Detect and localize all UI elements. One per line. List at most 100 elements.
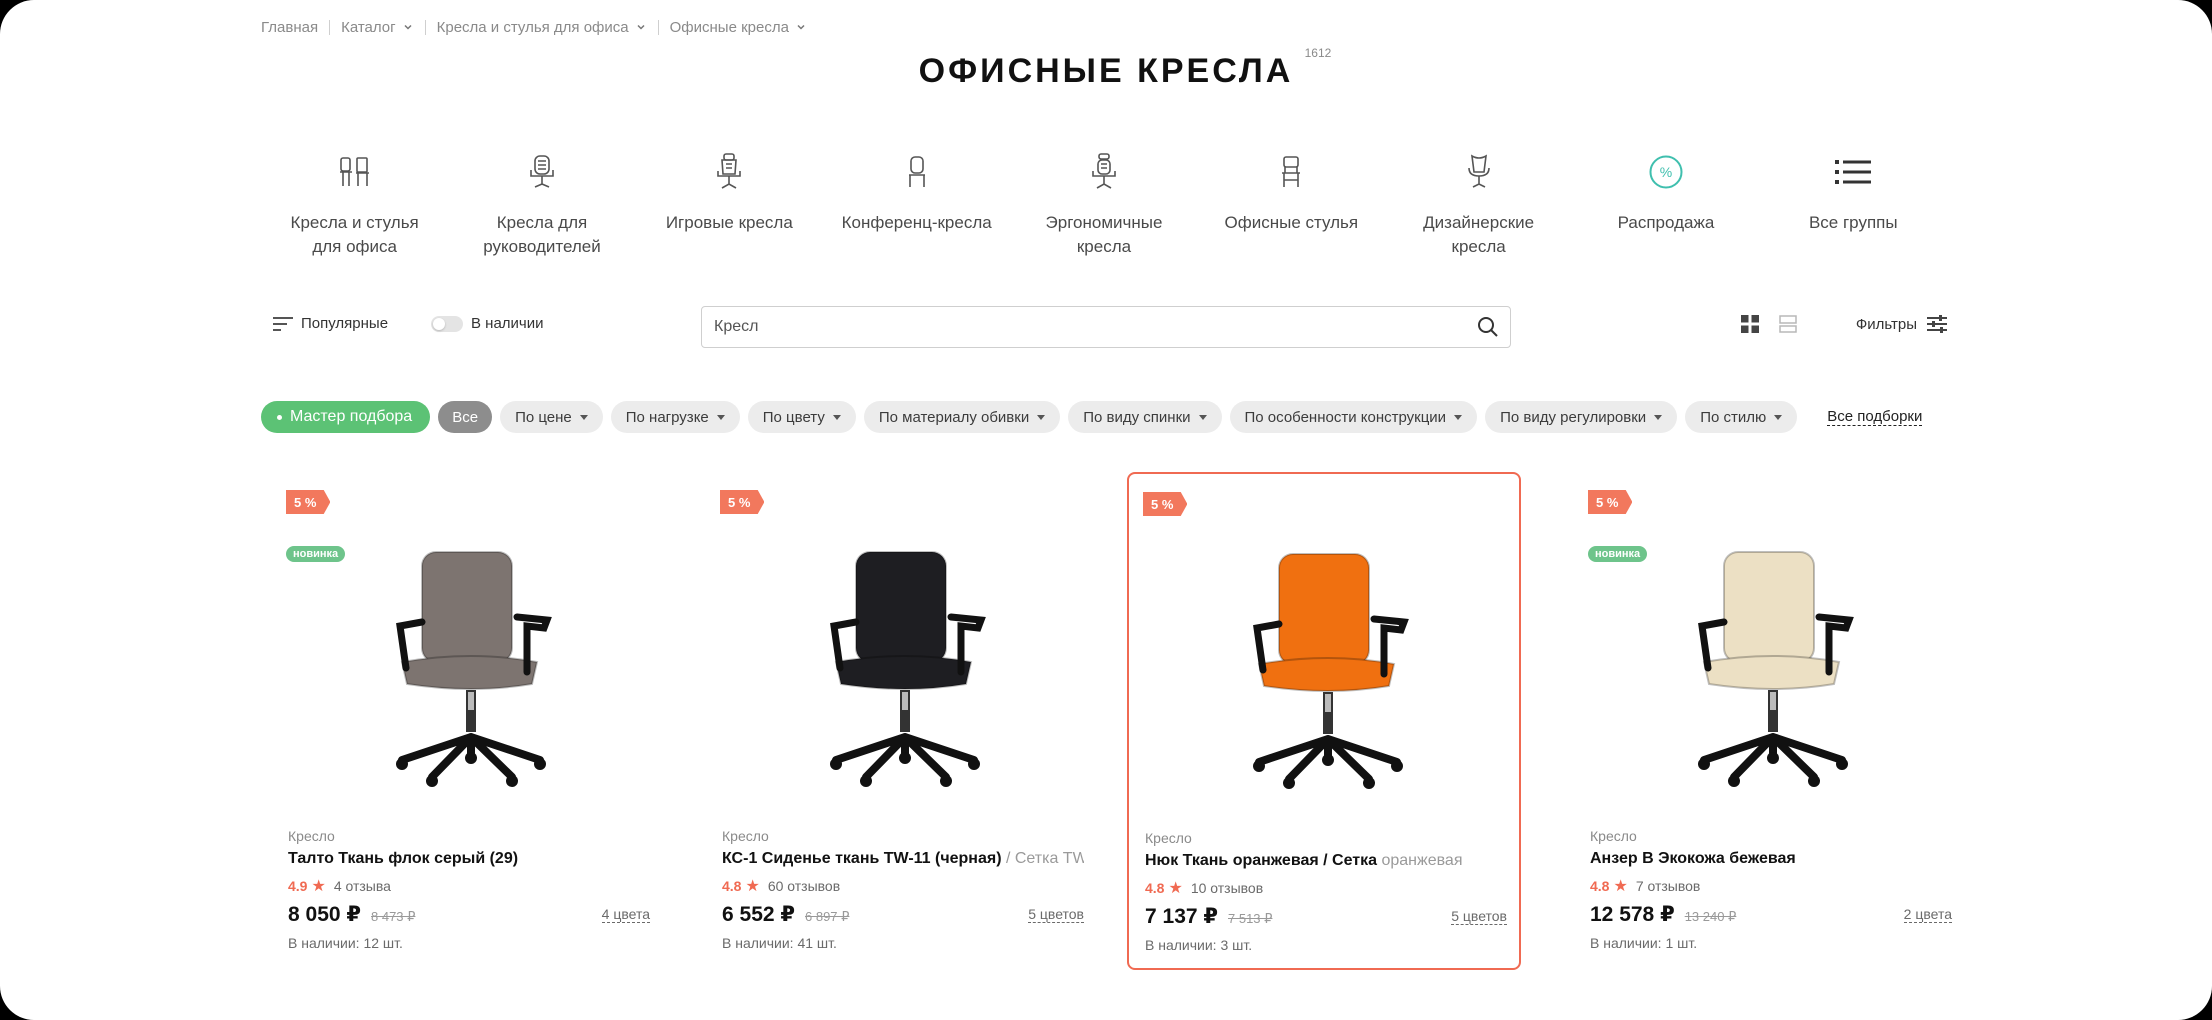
product-card[interactable]: 5 % Кресло КС-1 Сиденье ткань TW-11 (чер… (706, 472, 1100, 970)
colors-link[interactable]: 5 цветов (1028, 906, 1084, 923)
category-office-chairs[interactable]: Кресла и стулья для офиса (261, 150, 448, 259)
category-label[interactable]: Игровые кресла (666, 211, 793, 235)
rating: 4.8 ★ 7 отзывов (1590, 876, 1952, 896)
category-gaming[interactable]: Игровые кресла (636, 150, 823, 259)
chip-all[interactable]: Все (438, 401, 493, 433)
chip-material[interactable]: По материалу обивки (863, 401, 1061, 433)
chip-label[interactable]: Мастер подбора (290, 408, 412, 426)
product-name-text[interactable]: Талто Ткань флок серый (29) (288, 850, 518, 867)
chip-back-type[interactable]: По виду спинки (1068, 401, 1222, 433)
category-designer[interactable]: Дизайнерские кресла (1385, 150, 1572, 259)
chip-label[interactable]: По нагрузке (626, 409, 709, 426)
colors-link[interactable]: 4 цвета (601, 906, 650, 923)
breadcrumb-home[interactable]: Главная (261, 19, 318, 36)
svg-text:%: % (1660, 164, 1672, 180)
availability: В наличии: 41 шт. (722, 935, 837, 951)
in-stock-toggle[interactable]: В наличии (431, 315, 544, 332)
category-label[interactable]: Конференц-кресла (842, 211, 992, 235)
breadcrumb: Главная Каталог Кресла и стулья для офис… (261, 17, 1947, 37)
category-label[interactable]: Кресла и стулья для офиса (291, 211, 419, 259)
product-image[interactable] (756, 532, 1056, 792)
product-name[interactable]: Нюк Ткань оранжевая / Сетка оранжевая (1145, 852, 1507, 870)
chip-label[interactable]: По материалу обивки (879, 409, 1029, 426)
sort-label[interactable]: Популярные (301, 315, 388, 332)
product-type: Кресло (722, 828, 769, 844)
discount-badge: 5 % (286, 490, 331, 514)
category-label[interactable]: Распродажа (1618, 211, 1715, 235)
ergonomic-chair-icon (1082, 150, 1126, 194)
product-name[interactable]: КС-1 Сиденье ткань TW-11 (черная) / Сетк… (722, 850, 1084, 868)
chip-style[interactable]: По стилю (1685, 401, 1798, 433)
chip-label[interactable]: По особенности конструкции (1245, 409, 1447, 426)
breadcrumb-label[interactable]: Главная (261, 19, 318, 36)
page: Главная Каталог Кресла и стулья для офис… (0, 0, 2212, 1020)
chevron-down-icon[interactable] (635, 21, 647, 33)
all-sets-link[interactable]: Все подборки (1827, 408, 1923, 426)
category-label[interactable]: Офисные стулья (1225, 211, 1359, 235)
category-label[interactable]: Эргономичные кресла (1046, 211, 1163, 259)
product-image[interactable] (1179, 534, 1479, 794)
rating: 4.8 ★ 60 отзывов (722, 876, 1084, 896)
product-image[interactable] (322, 532, 622, 792)
chip-label[interactable]: По цене (515, 409, 572, 426)
filters-label[interactable]: Фильтры (1856, 316, 1917, 333)
category-conference[interactable]: Конференц-кресла (823, 150, 1010, 259)
reviews-link[interactable]: 60 отзывов (768, 878, 840, 894)
product-image[interactable] (1624, 532, 1924, 792)
star-icon: ★ (1168, 880, 1183, 897)
chip-load[interactable]: По нагрузке (610, 401, 740, 433)
breadcrumb-office-furniture[interactable]: Кресла и стулья для офиса (437, 19, 647, 36)
product-name-fade[interactable]: оранжевая (1377, 852, 1462, 869)
category-sale[interactable]: % Распродажа (1572, 150, 1759, 259)
list-view-icon[interactable] (1779, 315, 1797, 333)
product-card[interactable]: 5 % новинка Кресло Анзер В Экокожа бежев… (1574, 472, 1968, 970)
product-name[interactable]: Анзер В Экокожа бежевая (1590, 850, 1952, 868)
category-label[interactable]: Кресла для руководителей (483, 211, 601, 259)
chip-construction[interactable]: По особенности конструкции (1229, 401, 1478, 433)
product-card[interactable]: 5 % новинка Кресло Талто Ткань флок серы… (272, 472, 666, 970)
category-executive[interactable]: Кресла для руководителей (448, 150, 635, 259)
discount-badge: 5 % (1143, 492, 1188, 516)
search-input[interactable] (702, 308, 1466, 346)
product-name-fade[interactable]: / Сетка TW (1002, 850, 1084, 867)
chip-price[interactable]: По цене (500, 401, 603, 433)
breadcrumb-office-chairs[interactable]: Офисные кресла (670, 19, 807, 36)
chip-label[interactable]: Все (452, 409, 478, 426)
breadcrumb-label[interactable]: Офисные кресла (670, 19, 789, 36)
product-name[interactable]: Талто Ткань флок серый (29) (288, 850, 650, 868)
reviews-link[interactable]: 10 отзывов (1191, 880, 1263, 896)
category-office-stools[interactable]: Офисные стулья (1198, 150, 1385, 259)
chip-label[interactable]: По виду регулировки (1500, 409, 1646, 426)
reviews-link[interactable]: 7 отзывов (1636, 878, 1701, 894)
grid-view-icon[interactable] (1741, 315, 1759, 333)
chip-adjustment[interactable]: По виду регулировки (1485, 401, 1678, 433)
chevron-down-icon[interactable] (402, 21, 414, 33)
filter-chips: Мастер подбора Все По цене По нагрузке П… (261, 400, 1947, 434)
chip-color[interactable]: По цвету (747, 401, 856, 433)
breadcrumb-label[interactable]: Каталог (341, 19, 396, 36)
colors-link[interactable]: 5 цветов (1451, 908, 1507, 925)
colors-link[interactable]: 2 цвета (1903, 906, 1952, 923)
breadcrumb-catalog[interactable]: Каталог (341, 19, 414, 36)
product-name-text[interactable]: КС-1 Сиденье ткань TW-11 (черная) (722, 850, 1002, 867)
chip-label[interactable]: По виду спинки (1083, 409, 1190, 426)
category-label[interactable]: Все группы (1809, 211, 1898, 235)
category-label[interactable]: Дизайнерские кресла (1423, 211, 1534, 259)
chip-label[interactable]: По цвету (763, 409, 825, 426)
filters-button[interactable]: Фильтры (1856, 315, 1947, 333)
category-nav: Кресла и стулья для офиса Кресла для рук… (261, 150, 1947, 259)
chevron-down-icon[interactable] (795, 21, 807, 33)
product-name-text[interactable]: Нюк Ткань оранжевая / Сетка (1145, 852, 1377, 869)
selection-wizard-button[interactable]: Мастер подбора (261, 401, 431, 433)
product-name-text[interactable]: Анзер В Экокожа бежевая (1590, 850, 1796, 867)
product-card-highlighted[interactable]: 5 % Кресло Нюк Ткань оранжевая / Сетка о… (1127, 472, 1521, 970)
in-stock-label[interactable]: В наличии (471, 315, 544, 332)
category-ergonomic[interactable]: Эргономичные кресла (1010, 150, 1197, 259)
chip-label[interactable]: По стилю (1700, 409, 1766, 426)
search-button[interactable] (1466, 307, 1510, 347)
category-all-groups[interactable]: Все группы (1760, 150, 1947, 259)
sort-dropdown[interactable]: Популярные (273, 315, 388, 332)
breadcrumb-label[interactable]: Кресла и стулья для офиса (437, 19, 629, 36)
toggle-switch[interactable] (431, 315, 463, 332)
reviews-link[interactable]: 4 отзыва (334, 878, 391, 894)
